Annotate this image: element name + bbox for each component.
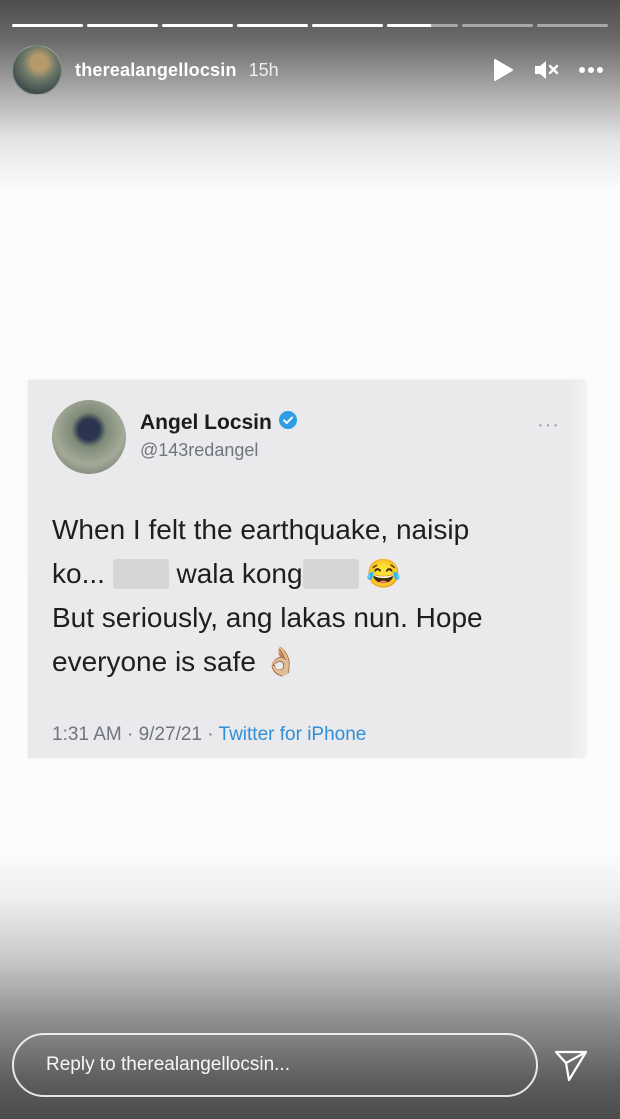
- redacted-word: [112, 559, 169, 589]
- laughing-emoji-icon: 😂: [366, 558, 402, 589]
- username[interactable]: therealangellocsin: [75, 60, 237, 81]
- send-icon[interactable]: [552, 1046, 590, 1084]
- redacted-word: [302, 559, 359, 589]
- story-progress-segment: [162, 24, 233, 27]
- story-progress-segment: [462, 24, 533, 27]
- tweet-avatar: [52, 400, 126, 474]
- story-progress-segment: [537, 24, 608, 27]
- story-progress-fill: [12, 24, 83, 27]
- story-progress-fill: [162, 24, 233, 27]
- story-progress-segment: [87, 24, 158, 27]
- tweet-source: Twitter for iPhone: [218, 724, 367, 745]
- story-progress-fill: [312, 24, 383, 27]
- story-progress-segment: [237, 24, 308, 27]
- story-progress-segment: [387, 24, 458, 27]
- story-progress-fill: [237, 24, 308, 27]
- story-progress-segment: [312, 24, 383, 27]
- tweet-screenshot: Angel Locsin @143redangel ··· When I fel…: [28, 380, 586, 758]
- tweet-more-icon: ···: [537, 414, 560, 436]
- story-header: therealangellocsin 15h: [12, 45, 606, 95]
- play-icon[interactable]: [488, 55, 518, 85]
- mute-icon[interactable]: [532, 55, 562, 85]
- reply-input[interactable]: [44, 1053, 536, 1077]
- story-progress-fill: [387, 24, 432, 27]
- story-timestamp: 15h: [248, 59, 279, 80]
- tweet-text: When I felt the earthquake, naisip ko...…: [52, 514, 483, 677]
- story-progress-segment: [12, 24, 83, 27]
- ok-hand-emoji-icon: 👌🏼: [263, 646, 299, 677]
- profile-avatar[interactable]: [12, 45, 62, 95]
- more-icon[interactable]: [576, 55, 606, 85]
- tweet-handle: @143redangel: [140, 440, 259, 460]
- tweet-timestamp: 1:31 AM · 9/27/21 ·: [52, 724, 219, 745]
- story-progress-fill: [87, 24, 158, 27]
- reply-box[interactable]: [12, 1033, 538, 1097]
- story-progress-bar: [12, 24, 608, 27]
- tweet-meta: 1:31 AM · 9/27/21 · Twitter for iPhone: [52, 724, 366, 746]
- tweet-display-name: Angel Locsin: [140, 410, 298, 436]
- verified-badge-icon: [278, 410, 298, 436]
